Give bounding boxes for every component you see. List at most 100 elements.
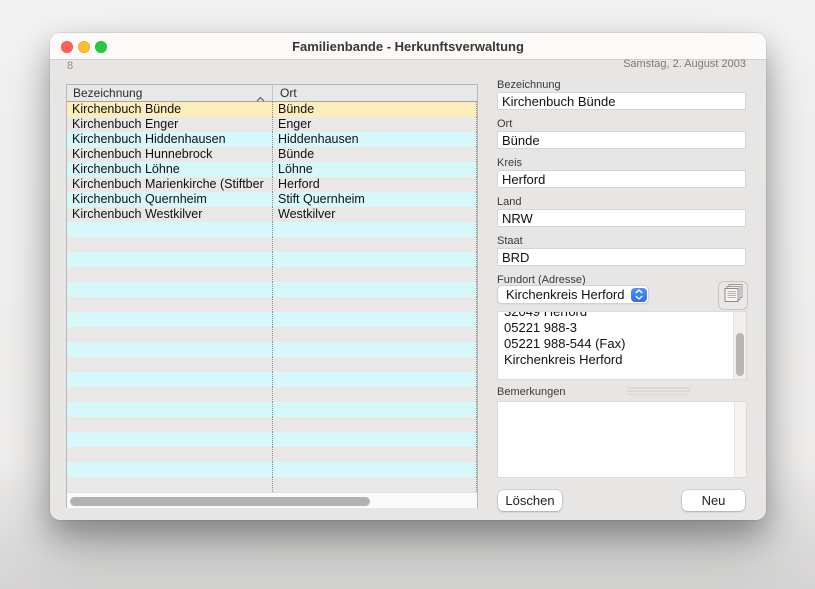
label-land: Land: [497, 196, 521, 208]
table-header: Bezeichnung Ort: [67, 85, 477, 102]
table-row[interactable]: [67, 402, 477, 417]
kreis-field[interactable]: [497, 170, 746, 188]
popup-chevrons-icon: [631, 288, 647, 303]
label-bezeichnung: Bezeichnung: [497, 79, 561, 91]
table-row[interactable]: [67, 357, 477, 372]
address-preview[interactable]: 32049 Herford 05221 988-3 05221 988-544 …: [497, 311, 747, 380]
table-row[interactable]: [67, 342, 477, 357]
land-field[interactable]: [497, 209, 746, 227]
cell-bezeichnung: Kirchenbuch Quernheim: [67, 192, 273, 207]
table-row[interactable]: Kirchenbuch WestkilverWestkilver: [67, 207, 477, 222]
cell-ort: [273, 432, 477, 447]
label-kreis: Kreis: [497, 157, 522, 169]
cell-ort: Westkilver: [273, 207, 477, 222]
cell-ort: [273, 252, 477, 267]
cell-ort: [273, 462, 477, 477]
address-scrollbar-thumb[interactable]: [736, 333, 744, 376]
table-row[interactable]: Kirchenbuch Marienkirche (StiftberHerfor…: [67, 177, 477, 192]
table-row[interactable]: Kirchenbuch BündeBünde: [67, 102, 477, 117]
table-row[interactable]: [67, 312, 477, 327]
cell-bezeichnung: [67, 222, 273, 237]
delete-button[interactable]: Löschen: [498, 490, 562, 511]
cell-bezeichnung: [67, 312, 273, 327]
cell-ort: [273, 447, 477, 462]
table-row[interactable]: Kirchenbuch HiddenhausenHiddenhausen: [67, 132, 477, 147]
cell-ort: [273, 327, 477, 342]
table-row[interactable]: [67, 447, 477, 462]
cell-bezeichnung: [67, 342, 273, 357]
address-line: 32049 Herford: [504, 311, 746, 320]
titlebar: Familienbande - Herkunftsverwaltung: [50, 33, 766, 60]
cell-ort: [273, 357, 477, 372]
cell-ort: Hiddenhausen: [273, 132, 477, 147]
cell-ort: [273, 282, 477, 297]
fundort-select[interactable]: Kirchenkreis Herford: [497, 285, 649, 304]
cell-ort: Löhne: [273, 162, 477, 177]
cell-bezeichnung: [67, 237, 273, 252]
table-row[interactable]: [67, 327, 477, 342]
cell-bezeichnung: Kirchenbuch Hunnebrock: [67, 147, 273, 162]
cell-bezeichnung: [67, 252, 273, 267]
cell-bezeichnung: Kirchenbuch Bünde: [67, 102, 273, 117]
table-row[interactable]: Kirchenbuch HunnebrockBünde: [67, 147, 477, 162]
copy-address-button[interactable]: [718, 281, 748, 310]
bemerkungen-scrollbar[interactable]: [734, 402, 746, 477]
address-line: 05221 988-544 (Fax): [504, 336, 746, 352]
cell-bezeichnung: Kirchenbuch Löhne: [67, 162, 273, 177]
cell-ort: [273, 237, 477, 252]
table-row[interactable]: [67, 252, 477, 267]
horizontal-scrollbar-thumb[interactable]: [70, 497, 370, 506]
address-line: 05221 988-3: [504, 320, 746, 336]
cell-bezeichnung: [67, 282, 273, 297]
column-header-ort[interactable]: Ort: [273, 85, 477, 101]
address-line: Kirchenkreis Herford: [504, 352, 746, 368]
bemerkungen-field[interactable]: [497, 401, 747, 478]
table-row[interactable]: [67, 297, 477, 312]
cell-ort: Herford: [273, 177, 477, 192]
staat-field[interactable]: [497, 248, 746, 266]
table-row[interactable]: [67, 387, 477, 402]
table-row[interactable]: Kirchenbuch QuernheimStift Quernheim: [67, 192, 477, 207]
cell-ort: [273, 402, 477, 417]
label-bemerkungen: Bemerkungen: [497, 386, 566, 398]
table-row[interactable]: [67, 267, 477, 282]
label-ort: Ort: [497, 118, 512, 130]
address-lines: 32049 Herford 05221 988-3 05221 988-544 …: [498, 311, 746, 368]
table-row[interactable]: Kirchenbuch EngerEnger: [67, 117, 477, 132]
cell-bezeichnung: [67, 417, 273, 432]
splitter-handle[interactable]: [627, 387, 690, 395]
cell-ort: [273, 222, 477, 237]
table-row[interactable]: [67, 432, 477, 447]
ort-field[interactable]: [497, 131, 746, 149]
table-row[interactable]: [67, 222, 477, 237]
cell-bezeichnung: [67, 297, 273, 312]
cell-bezeichnung: [67, 432, 273, 447]
cell-bezeichnung: [67, 447, 273, 462]
table-row[interactable]: [67, 462, 477, 477]
table-row[interactable]: [67, 372, 477, 387]
sources-table: Bezeichnung Ort Kirchenbuch BündeBündeKi…: [66, 84, 478, 508]
new-button[interactable]: Neu: [682, 490, 745, 511]
cell-bezeichnung: [67, 462, 273, 477]
cell-bezeichnung: [67, 357, 273, 372]
app-window: Familienbande - Herkunftsverwaltung 8 Sa…: [50, 33, 766, 520]
horizontal-scrollbar[interactable]: [67, 492, 477, 508]
cell-ort: Bünde: [273, 102, 477, 117]
bezeichnung-field[interactable]: [497, 92, 746, 110]
cell-bezeichnung: Kirchenbuch Westkilver: [67, 207, 273, 222]
cell-bezeichnung: [67, 387, 273, 402]
record-count: 8: [67, 60, 73, 72]
cell-bezeichnung: [67, 327, 273, 342]
table-row[interactable]: [67, 477, 477, 492]
table-row[interactable]: [67, 282, 477, 297]
table-row[interactable]: [67, 237, 477, 252]
cell-bezeichnung: [67, 372, 273, 387]
address-scrollbar[interactable]: [733, 312, 746, 379]
table-row[interactable]: Kirchenbuch LöhneLöhne: [67, 162, 477, 177]
table-row[interactable]: [67, 417, 477, 432]
cell-bezeichnung: [67, 402, 273, 417]
column-header-bezeichnung[interactable]: Bezeichnung: [67, 85, 273, 101]
date-label: Samstag, 2. August 2003: [623, 58, 746, 70]
cell-ort: [273, 417, 477, 432]
cell-ort: Enger: [273, 117, 477, 132]
